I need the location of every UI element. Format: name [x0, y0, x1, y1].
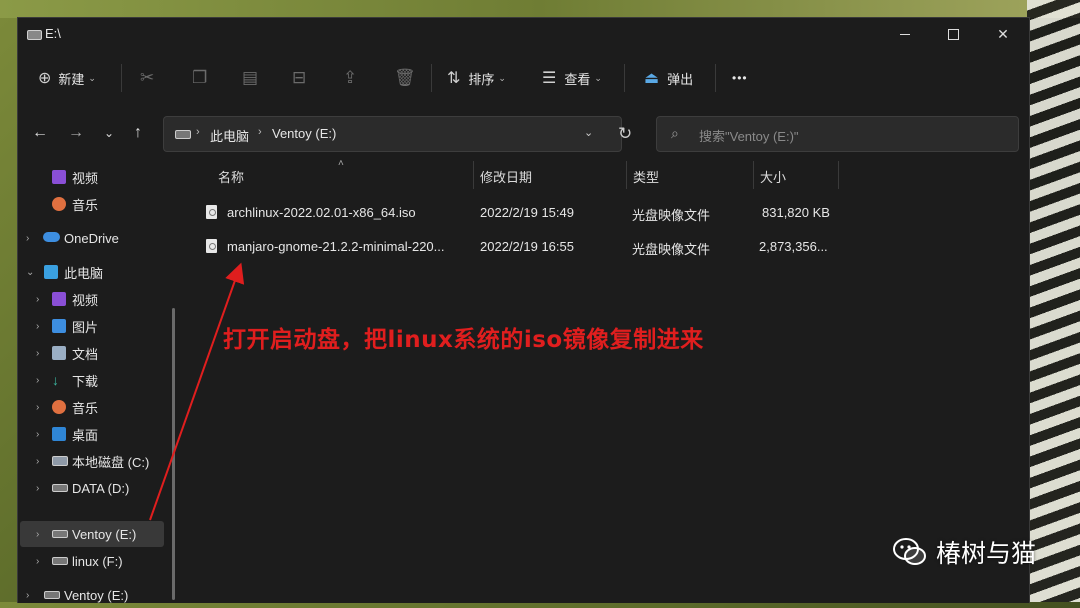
annotation-arrow [149, 262, 245, 521]
watermark: 椿树与猫 [892, 534, 1036, 570]
annotation-text: 打开启动盘，把linux系统的iso镜像复制进来 [223, 327, 704, 353]
wechat-icon [893, 538, 926, 565]
watermark-text: 椿树与猫 [936, 539, 1037, 568]
